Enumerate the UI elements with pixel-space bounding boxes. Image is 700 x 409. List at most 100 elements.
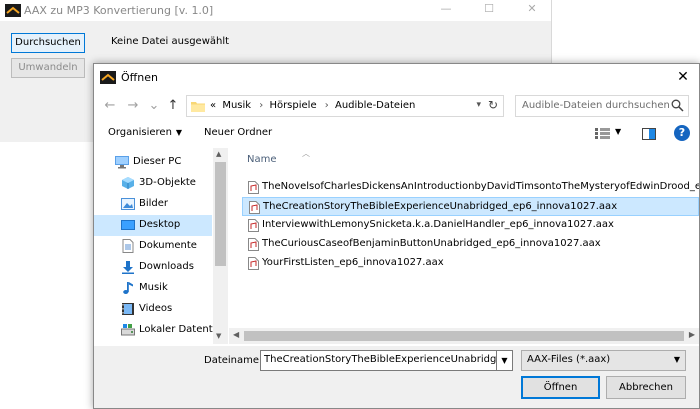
dialog-title-bar: Öffnen ✕ — [94, 64, 699, 92]
file-row[interactable]: YourFirstListen_ep6_innova1027.aax — [242, 254, 699, 273]
new-folder-button[interactable]: Neuer Ordner — [204, 127, 272, 138]
forward-button[interactable]: → — [125, 98, 141, 114]
dialog-title: Öffnen — [121, 71, 158, 84]
pc-icon — [115, 156, 129, 169]
filename-input[interactable]: TheCreationStoryTheBibleExperienceUnabri… — [260, 350, 509, 371]
main-title-bar: AAX zu MP3 Konvertierung [v. 1.0] — ☐ ✕ — [0, 0, 551, 21]
file-name: TheNovelsofCharlesDickensAnIntroductionb… — [262, 181, 699, 192]
file-list: ︿ Name TheNovelsofCharlesDickensAnIntrod… — [242, 148, 699, 344]
file-list-horizontal-scrollbar[interactable]: ◀ ▶ — [229, 328, 699, 344]
chevron-down-icon: ▼ — [673, 355, 680, 364]
download-icon — [122, 261, 134, 274]
nav-item-dieser-pc[interactable]: Dieser PC — [94, 152, 212, 173]
column-header-name[interactable]: Name — [247, 154, 277, 165]
nav-item-desktop[interactable]: Desktop — [94, 215, 212, 236]
open-button[interactable]: Öffnen — [521, 376, 600, 399]
drive-icon — [121, 324, 135, 336]
address-dropdown-icon[interactable]: ▾ — [476, 100, 481, 110]
breadcrumb-item-hoerspiele[interactable]: Hörspiele — [269, 100, 316, 111]
nav-item-downloads[interactable]: Downloads — [94, 257, 212, 278]
preview-pane-icon[interactable] — [642, 128, 656, 140]
sort-indicator-icon: ︿ — [302, 149, 310, 158]
audio-file-icon — [248, 257, 259, 270]
nav-item-label: Bilder — [139, 198, 169, 209]
nav-item-musik[interactable]: Musik — [94, 278, 212, 299]
pictures-icon — [121, 198, 135, 210]
filename-label: Dateiname: — [204, 355, 263, 366]
filename-value: TheCreationStoryTheBibleExperienceUnabri… — [264, 354, 509, 365]
video-icon — [122, 303, 134, 315]
organize-label: Organisieren — [108, 127, 172, 138]
navigation-pane-scrollbar[interactable]: ▲ ▼ — [213, 148, 228, 344]
filetype-select[interactable]: AAX-Files (*.aax) ▼ — [521, 350, 686, 371]
nav-item-label: Dieser PC — [133, 156, 182, 167]
command-bar: Organisieren ▼ Neuer Ordner ▼ ? — [94, 122, 699, 146]
nav-item-label: 3D-Objekte — [139, 177, 196, 188]
dialog-close-button[interactable]: ✕ — [675, 69, 691, 85]
no-file-label: Keine Datei ausgewählt — [111, 36, 230, 47]
minimize-button[interactable]: — — [432, 2, 460, 18]
audio-file-icon — [249, 201, 260, 214]
nav-item-3d-objekte[interactable]: 3D-Objekte — [94, 173, 212, 194]
navigation-bar: ← → ⌄ ↑ « Musik › Hörspiele › Audible-Da… — [94, 94, 699, 120]
audio-file-icon — [248, 181, 259, 194]
dialog-footer: Dateiname: TheCreationStoryTheBibleExper… — [94, 346, 699, 408]
folder-icon — [191, 102, 205, 112]
file-row[interactable]: InterviewwithLemonySnicketa.k.a.DanielHa… — [242, 216, 699, 235]
main-close-button[interactable]: ✕ — [518, 2, 546, 18]
breadcrumb-separator: › — [259, 100, 264, 111]
breadcrumb-item-audible-dateien[interactable]: Audible-Dateien — [335, 100, 415, 111]
breadcrumb-separator: › — [324, 100, 329, 111]
breadcrumb-item-musik[interactable]: Musik — [222, 100, 251, 111]
convert-button[interactable]: Umwandeln — [11, 58, 85, 78]
music-icon — [123, 282, 133, 294]
navigation-pane: Dieser PC 3D-Objekte Bilder Desktop Doku… — [94, 148, 228, 344]
file-row[interactable]: TheCuriousCaseofBenjaminButtonUnabridged… — [242, 235, 699, 254]
nav-item-label: Videos — [139, 303, 173, 314]
address-bar[interactable]: « Musik › Hörspiele › Audible-Dateien ▾ … — [186, 95, 504, 117]
file-name: TheCuriousCaseofBenjaminButtonUnabridged… — [262, 238, 601, 249]
scroll-left-icon[interactable]: ◀ — [233, 330, 239, 339]
breadcrumb-overflow[interactable]: « — [210, 100, 216, 111]
help-icon[interactable]: ? — [674, 125, 690, 141]
audio-file-icon — [248, 238, 259, 251]
documents-icon — [122, 239, 134, 253]
scroll-right-icon[interactable]: ▶ — [689, 330, 695, 339]
scrollbar-thumb[interactable] — [244, 331, 684, 341]
nav-item-label: Dokumente — [139, 240, 197, 251]
filetype-value: AAX-Files (*.aax) — [527, 354, 611, 365]
chevron-down-icon: ▼ — [175, 128, 183, 137]
view-dropdown-icon[interactable]: ▼ — [615, 127, 621, 136]
nav-item-label: Desktop — [139, 219, 181, 230]
up-button[interactable]: ↑ — [165, 98, 181, 114]
recent-locations-button[interactable]: ⌄ — [146, 98, 162, 114]
file-name: TheCreationStoryTheBibleExperienceUnabri… — [263, 201, 618, 212]
app-logo-icon — [100, 71, 116, 84]
scroll-up-icon[interactable]: ▲ — [216, 150, 221, 158]
search-input[interactable]: Audible-Dateien durchsuchen — [515, 95, 689, 117]
scroll-down-icon[interactable]: ▼ — [216, 332, 221, 340]
file-row-selected[interactable]: TheCreationStoryTheBibleExperienceUnabri… — [242, 197, 699, 216]
nav-item-label: Downloads — [139, 261, 194, 272]
nav-item-lokaler-datentraeger[interactable]: Lokaler Datenträ — [94, 320, 223, 341]
view-options-icon[interactable] — [595, 128, 610, 139]
filename-dropdown-icon[interactable]: ▼ — [496, 350, 513, 371]
browse-button[interactable]: Durchsuchen — [11, 33, 85, 53]
refresh-icon[interactable]: ↻ — [488, 98, 498, 112]
nav-item-videos[interactable]: Videos — [94, 299, 212, 320]
search-icon — [671, 99, 684, 112]
audio-file-icon — [248, 219, 259, 232]
cancel-button[interactable]: Abbrechen — [606, 376, 686, 399]
breadcrumb: « Musik › Hörspiele › Audible-Dateien — [210, 100, 418, 111]
scrollbar-thumb[interactable] — [215, 162, 226, 266]
nav-item-bilder[interactable]: Bilder — [94, 194, 212, 215]
nav-item-dokumente[interactable]: Dokumente — [94, 236, 212, 257]
desktop-icon — [121, 220, 135, 230]
file-row[interactable]: TheNovelsofCharlesDickensAnIntroductionb… — [242, 178, 699, 197]
search-placeholder: Audible-Dateien durchsuchen — [522, 100, 670, 111]
cube-icon — [122, 177, 134, 189]
back-button[interactable]: ← — [102, 98, 118, 114]
organize-button[interactable]: Organisieren ▼ — [108, 127, 182, 138]
nav-item-label: Lokaler Datenträ — [139, 324, 223, 335]
maximize-button[interactable]: ☐ — [475, 2, 503, 18]
